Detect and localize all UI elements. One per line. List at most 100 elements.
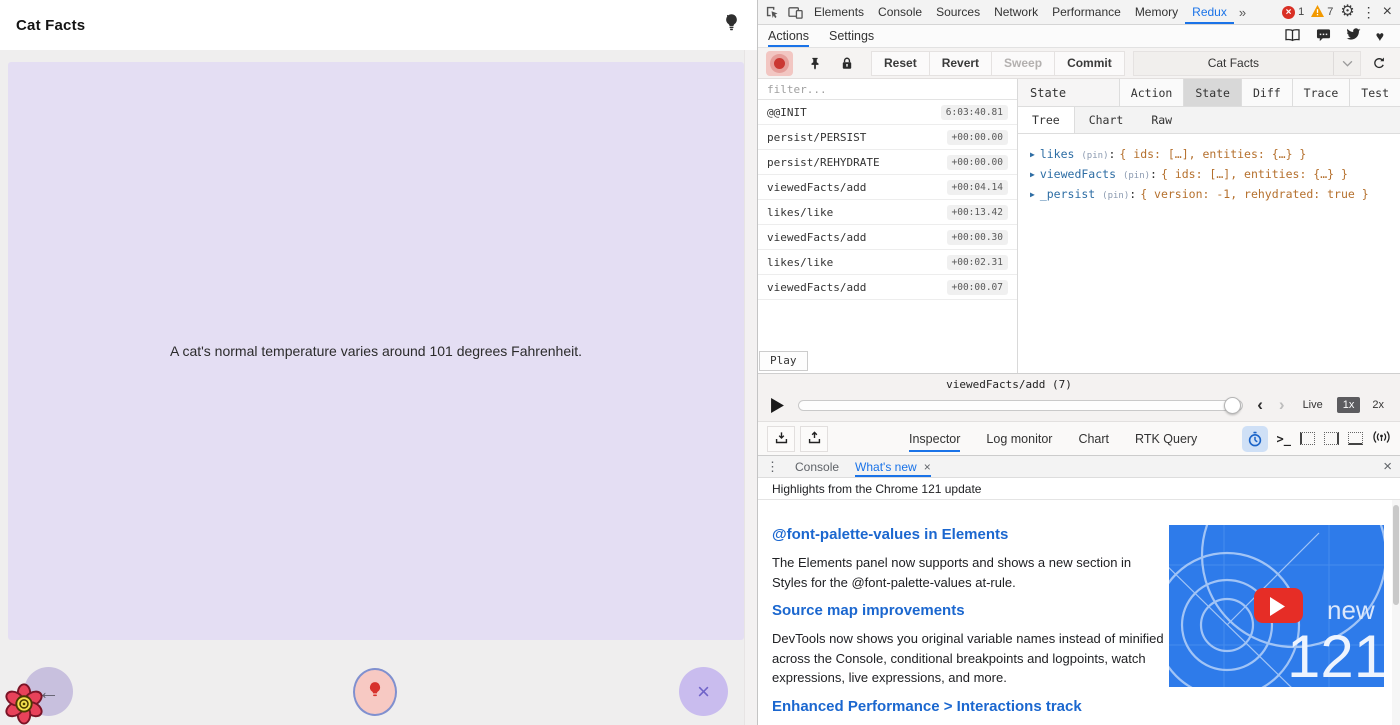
action-name: likes/like bbox=[767, 206, 833, 219]
instance-select[interactable]: Cat Facts bbox=[1133, 51, 1361, 76]
export-icon[interactable] bbox=[800, 426, 828, 452]
tab-close-icon[interactable]: × bbox=[924, 460, 931, 474]
tab-elements[interactable]: Elements bbox=[807, 0, 871, 24]
action-timestamp: +00:00.07 bbox=[947, 280, 1008, 295]
whats-new-scrollbar[interactable] bbox=[1392, 500, 1400, 725]
reset-button[interactable]: Reset bbox=[871, 51, 930, 76]
action-row[interactable]: viewedFacts/add +00:00.30 bbox=[758, 225, 1017, 250]
drawer-tab-whats-new[interactable]: What's new × bbox=[855, 456, 931, 477]
filter-input[interactable] bbox=[758, 79, 1017, 99]
dock-bottom-icon[interactable] bbox=[1348, 432, 1363, 445]
tab-memory[interactable]: Memory bbox=[1128, 0, 1185, 24]
expand-arrow-icon: ▶ bbox=[1030, 170, 1035, 179]
tab-test[interactable]: Test bbox=[1349, 79, 1400, 106]
record-button[interactable] bbox=[766, 51, 793, 76]
tab-log-monitor[interactable]: Log monitor bbox=[986, 426, 1052, 452]
speed-2x-button[interactable]: 2x bbox=[1366, 397, 1390, 413]
tree-row[interactable]: ▶_persist (pin):{ version: -1, rehydrate… bbox=[1030, 185, 1400, 205]
tab-performance[interactable]: Performance bbox=[1045, 0, 1128, 24]
docs-book-icon[interactable] bbox=[1284, 28, 1301, 45]
warning-badge[interactable]: 7 bbox=[1311, 5, 1333, 20]
tab-network[interactable]: Network bbox=[987, 0, 1045, 24]
chrome-121-promo-image[interactable]: new 121 bbox=[1169, 525, 1384, 687]
drawer-kebab-icon[interactable]: ⋮ bbox=[766, 456, 779, 477]
lock-icon[interactable] bbox=[833, 51, 860, 76]
action-row[interactable]: likes/like +00:13.42 bbox=[758, 200, 1017, 225]
tab-trace[interactable]: Trace bbox=[1292, 79, 1350, 106]
live-button[interactable]: Live bbox=[1303, 399, 1323, 411]
device-toolbar-icon[interactable] bbox=[784, 0, 807, 24]
support-heart-icon[interactable]: ♥ bbox=[1376, 28, 1384, 44]
tab-redux[interactable]: Redux bbox=[1185, 0, 1234, 24]
expand-arrow-icon: ▶ bbox=[1030, 190, 1035, 199]
section-title[interactable]: @font-palette-values in Elements bbox=[772, 526, 1172, 543]
more-tabs-icon[interactable]: » bbox=[1234, 5, 1251, 20]
tab-state[interactable]: State bbox=[1183, 79, 1241, 106]
subtab-tree[interactable]: Tree bbox=[1018, 107, 1075, 133]
tab-sources[interactable]: Sources bbox=[929, 0, 987, 24]
dock-right-icon[interactable] bbox=[1324, 432, 1339, 445]
import-icon[interactable] bbox=[767, 426, 795, 452]
devtools-close-icon[interactable]: × bbox=[1383, 4, 1392, 20]
tab-rtk-query[interactable]: RTK Query bbox=[1135, 426, 1197, 452]
state-view-tabs: Tree Chart Raw bbox=[1018, 107, 1400, 134]
dismiss-fact-button[interactable]: × bbox=[679, 667, 728, 716]
step-back-button[interactable]: ‹ bbox=[1249, 395, 1271, 415]
tab-diff[interactable]: Diff bbox=[1241, 79, 1292, 106]
tab-inspector[interactable]: Inspector bbox=[909, 426, 960, 452]
tree-row[interactable]: ▶likes (pin):{ ids: […], entities: {…} } bbox=[1030, 145, 1400, 165]
speed-1x-button[interactable]: 1x bbox=[1337, 397, 1361, 413]
tree-row[interactable]: ▶viewedFacts (pin):{ ids: […], entities:… bbox=[1030, 165, 1400, 185]
feedback-chat-icon[interactable] bbox=[1316, 28, 1331, 45]
settings-gear-icon[interactable]: ⚙ bbox=[1340, 4, 1354, 20]
sweep-button[interactable]: Sweep bbox=[991, 51, 1055, 76]
section-title[interactable]: Source map improvements bbox=[772, 602, 1172, 619]
action-timestamp: +00:00.00 bbox=[947, 155, 1008, 170]
action-row[interactable]: viewedFacts/add +00:04.14 bbox=[758, 175, 1017, 200]
dispatcher-terminal-icon[interactable]: >_ bbox=[1277, 432, 1291, 446]
subtab-chart[interactable]: Chart bbox=[1075, 107, 1138, 133]
monitor-bar: Inspector Log monitor Chart RTK Query >_ bbox=[758, 421, 1400, 455]
page-scrollbar[interactable] bbox=[744, 50, 757, 725]
action-row[interactable]: likes/like +00:02.31 bbox=[758, 250, 1017, 275]
inspect-element-icon[interactable] bbox=[761, 0, 784, 24]
promo-new-text: new bbox=[1327, 595, 1375, 625]
tab-console[interactable]: Console bbox=[871, 0, 929, 24]
fact-lightbulb-button[interactable] bbox=[353, 668, 397, 716]
redux-tab-settings[interactable]: Settings bbox=[829, 25, 874, 47]
action-row[interactable]: persist/REHYDRATE +00:00.00 bbox=[758, 150, 1017, 175]
play-icon[interactable] bbox=[768, 398, 786, 413]
kebab-menu-icon[interactable]: ⋮ bbox=[1362, 5, 1376, 19]
action-row[interactable]: persist/PERSIST +00:00.00 bbox=[758, 125, 1017, 150]
revert-button[interactable]: Revert bbox=[929, 51, 992, 76]
action-timestamp: +00:02.31 bbox=[947, 255, 1008, 270]
react-query-flower-icon[interactable] bbox=[1, 679, 47, 725]
dock-left-icon[interactable] bbox=[1300, 432, 1315, 445]
section-title[interactable]: Enhanced Performance > Interactions trac… bbox=[772, 698, 1172, 715]
app-title: Cat Facts bbox=[16, 17, 85, 34]
action-row[interactable]: viewedFacts/add +00:00.07 bbox=[758, 275, 1017, 300]
drawer-close-icon[interactable]: × bbox=[1383, 456, 1392, 477]
refresh-icon[interactable] bbox=[1365, 51, 1392, 76]
playback-slider[interactable] bbox=[798, 400, 1243, 411]
twitter-bird-icon[interactable] bbox=[1346, 28, 1361, 44]
pin-icon[interactable] bbox=[801, 51, 828, 76]
tab-chart[interactable]: Chart bbox=[1078, 426, 1109, 452]
slider-thumb[interactable] bbox=[1224, 397, 1241, 414]
action-row[interactable]: @@INIT 6:03:40.81 bbox=[758, 100, 1017, 125]
lightbulb-icon[interactable] bbox=[722, 13, 741, 37]
error-badge[interactable]: × 1 bbox=[1282, 6, 1304, 19]
redux-player: Play viewedFacts/add (7) ‹ › Live 1x 2x bbox=[758, 373, 1400, 421]
action-name: persist/PERSIST bbox=[767, 131, 866, 144]
redux-tab-actions[interactable]: Actions bbox=[768, 25, 809, 47]
remote-broadcast-icon[interactable] bbox=[1372, 430, 1391, 447]
error-count: 1 bbox=[1298, 6, 1304, 18]
commit-button[interactable]: Commit bbox=[1054, 51, 1125, 76]
stopwatch-icon[interactable] bbox=[1242, 426, 1268, 452]
pin-label: (pin) bbox=[1123, 171, 1150, 181]
subtab-raw[interactable]: Raw bbox=[1137, 107, 1186, 133]
scrollbar-thumb[interactable] bbox=[1393, 505, 1399, 605]
drawer-tab-console[interactable]: Console bbox=[795, 456, 839, 477]
tab-action[interactable]: Action bbox=[1119, 79, 1184, 106]
step-forward-button[interactable]: › bbox=[1271, 395, 1293, 415]
